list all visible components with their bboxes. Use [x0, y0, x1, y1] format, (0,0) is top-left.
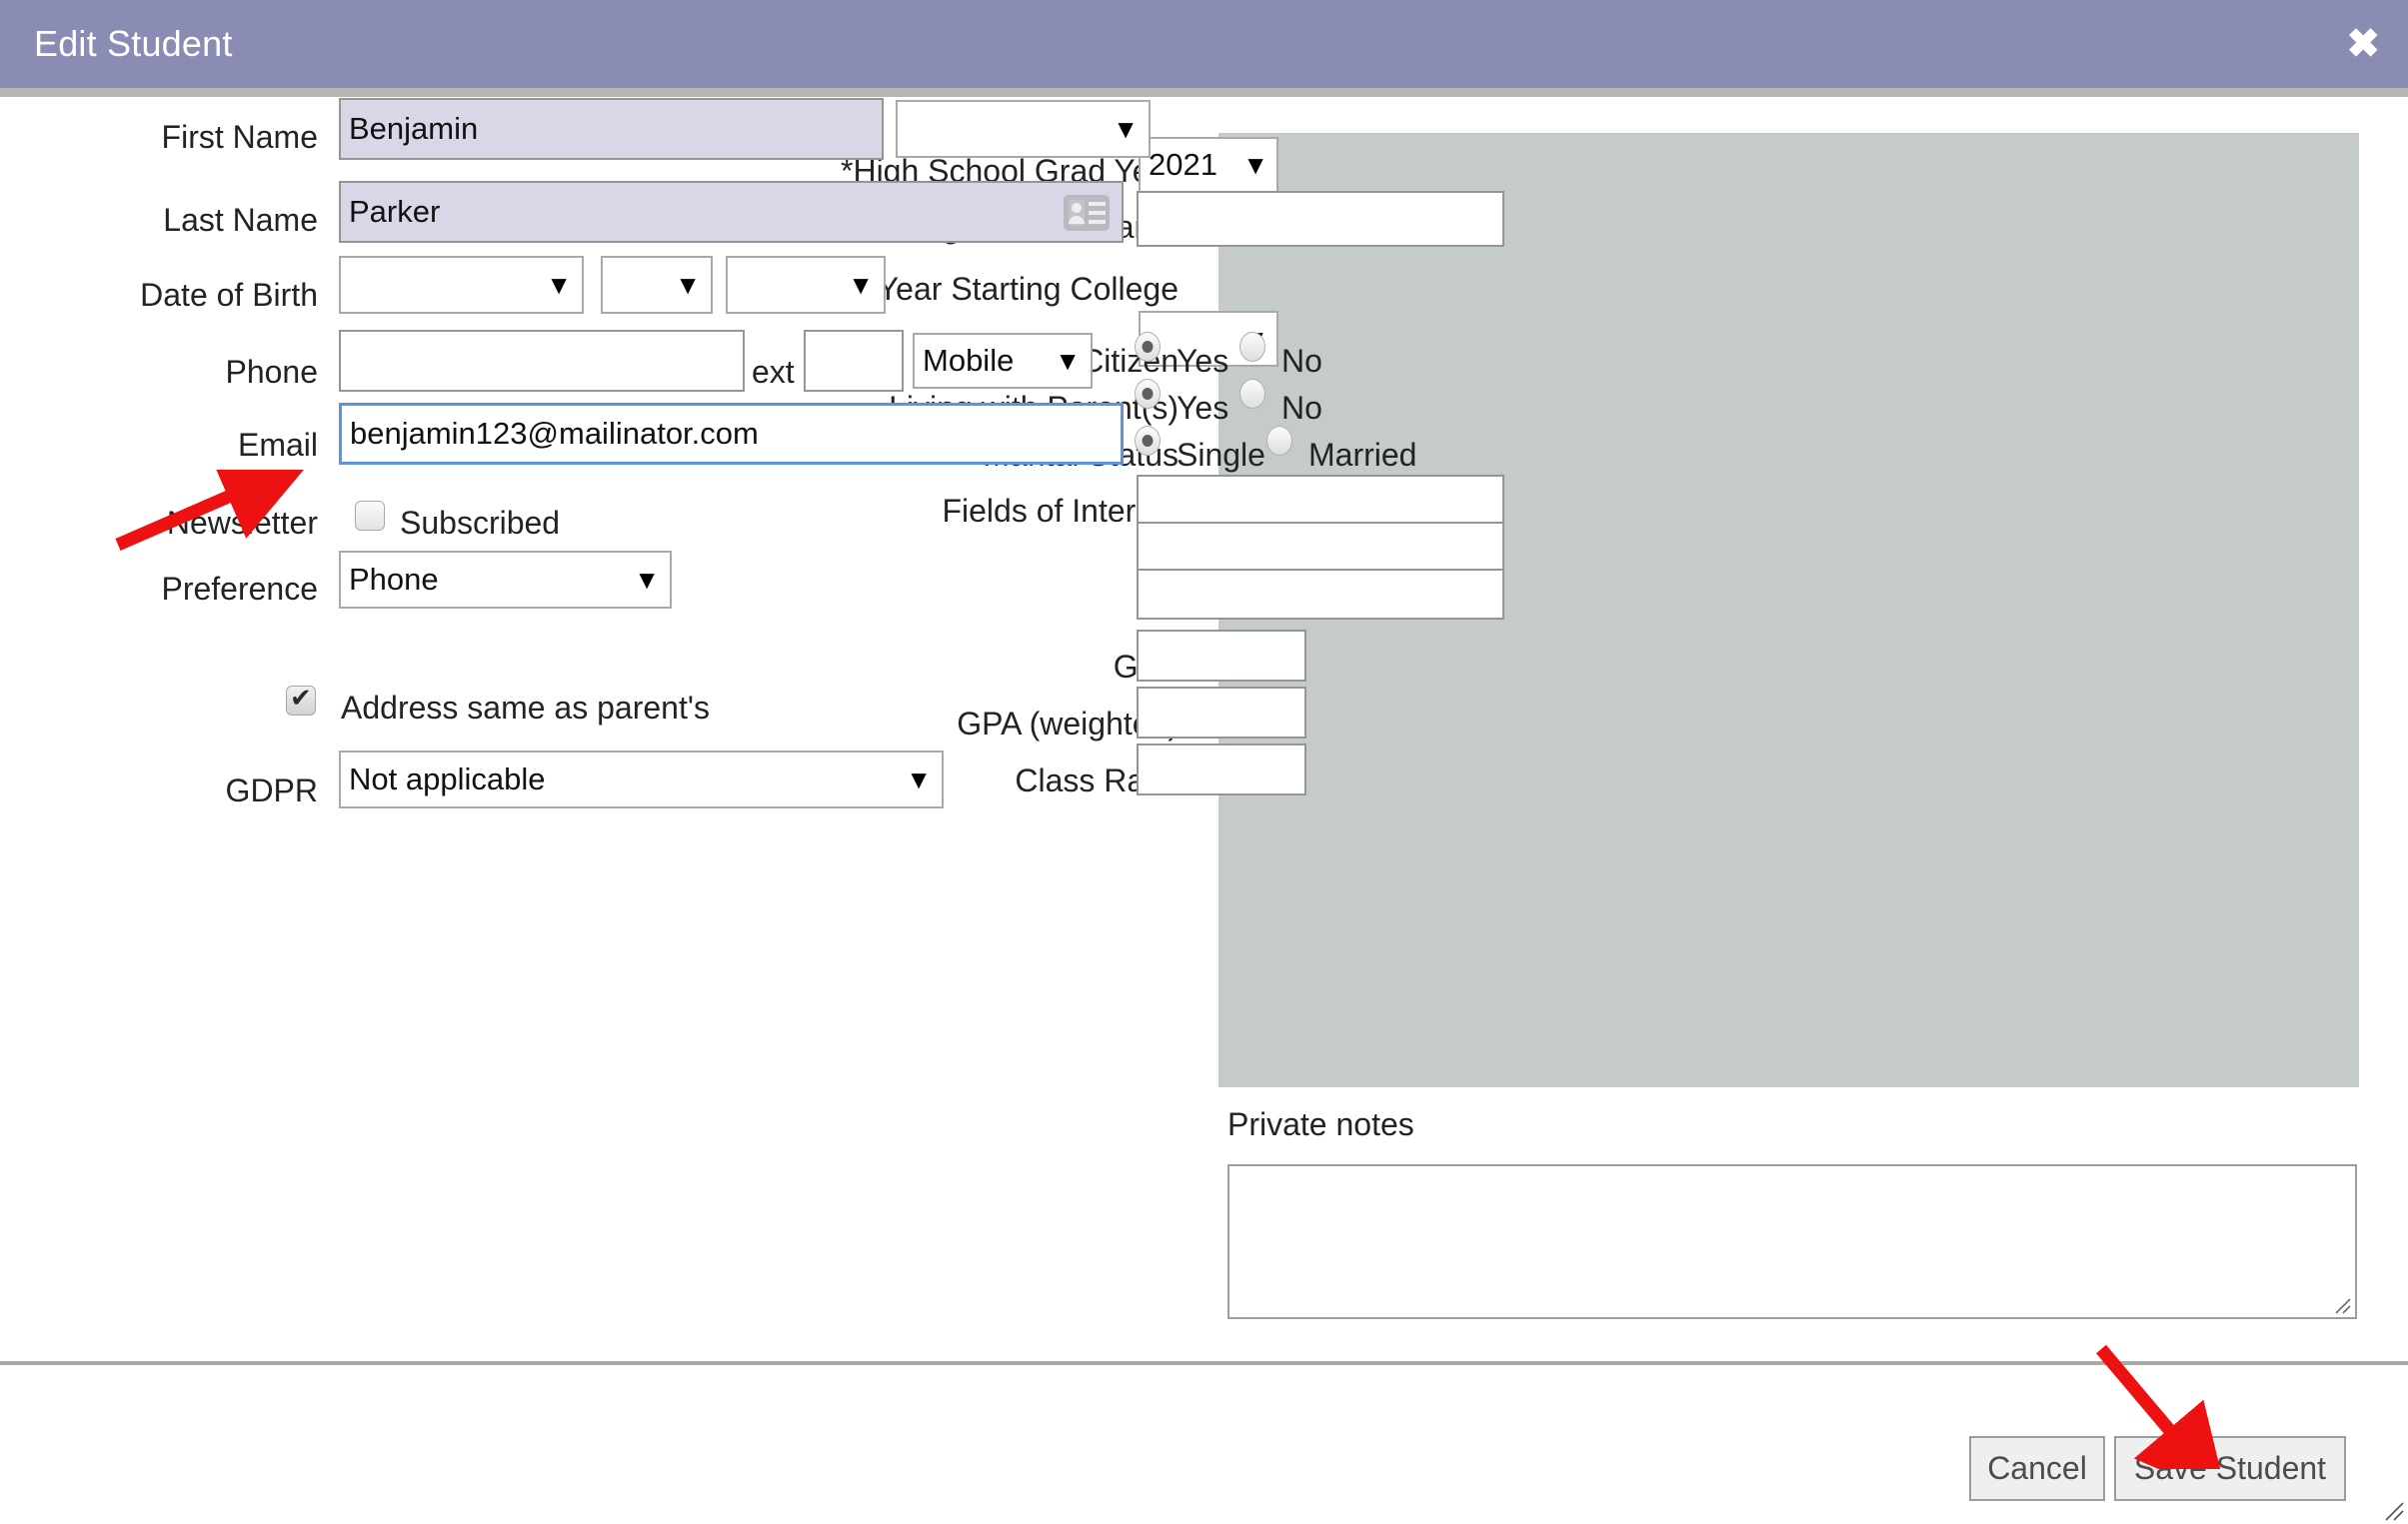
close-icon[interactable]: ✖ — [2346, 0, 2380, 88]
dob-month-select[interactable]: ▼ — [339, 256, 584, 314]
fields-of-interest-input-1[interactable] — [1137, 475, 1504, 526]
window-resize-grip-icon — [2385, 1502, 2404, 1521]
first-name-suffix-select[interactable]: ▼ — [896, 100, 1151, 158]
high-school-name-input[interactable] — [1137, 191, 1504, 247]
titlebar-bottom-strip — [0, 88, 2408, 97]
chevron-down-icon: ▼ — [546, 270, 572, 300]
living-with-parents-no-radio[interactable] — [1239, 379, 1265, 409]
class-rank-input[interactable] — [1137, 744, 1306, 795]
living-with-parents-yes-label: Yes — [1177, 390, 1229, 426]
save-student-button[interactable]: Save Student — [2114, 1436, 2346, 1501]
modal-title-bar: Edit Student ✖ — [0, 0, 2408, 88]
page-title: Edit Student — [34, 23, 233, 64]
marital-status-single-radio[interactable] — [1135, 426, 1161, 456]
gpa-weighted-input[interactable] — [1137, 687, 1306, 739]
phone-ext-input[interactable] — [804, 330, 904, 392]
gpa-input[interactable] — [1137, 630, 1306, 682]
dob-day-select[interactable]: ▼ — [601, 256, 713, 314]
cancel-button[interactable]: Cancel — [1969, 1436, 2105, 1501]
chevron-down-icon: ▼ — [1242, 150, 1268, 180]
newsletter-subscribed-checkbox[interactable] — [355, 501, 385, 531]
phone-ext-label: ext — [752, 354, 795, 390]
chevron-down-icon: ▼ — [848, 270, 874, 300]
chevron-down-icon: ▼ — [675, 270, 701, 300]
phone-label: Phone — [225, 354, 318, 390]
email-input[interactable] — [339, 403, 1124, 465]
living-with-parents-no-label: No — [1281, 390, 1322, 426]
us-citizen-yes-label: Yes — [1177, 343, 1229, 379]
fields-of-interest-input-2[interactable] — [1137, 522, 1504, 573]
chevron-down-icon: ▼ — [634, 565, 660, 595]
private-notes-textarea[interactable] — [1227, 1164, 2357, 1319]
preference-select[interactable]: Phone ▼ — [339, 551, 672, 609]
grad-year-select[interactable]: 2021 ▼ — [1139, 137, 1278, 193]
marital-status-single-label: Single — [1177, 437, 1265, 473]
grad-year-value: 2021 — [1149, 147, 1217, 182]
phone-input[interactable] — [339, 330, 745, 392]
last-name-label: Last Name — [163, 202, 318, 238]
gpa-weighted-label: GPA (weighted) — [957, 706, 1179, 742]
living-with-parents-yes-radio[interactable] — [1135, 379, 1161, 409]
chevron-down-icon: ▼ — [1055, 346, 1081, 376]
gdpr-label: GDPR — [225, 772, 318, 808]
last-name-input[interactable] — [339, 181, 1124, 243]
contact-card-icon[interactable] — [1063, 194, 1111, 232]
textarea-resize-grip-icon — [2335, 1298, 2351, 1314]
us-citizen-no-radio[interactable] — [1239, 332, 1265, 362]
newsletter-subscribed-label: Subscribed — [400, 505, 561, 541]
first-name-label: First Name — [161, 119, 318, 155]
gpa-label: GPA — [659, 651, 1179, 683]
preference-value: Phone — [349, 562, 439, 597]
address-same-as-parents-label: Address same as parent's — [341, 690, 710, 726]
academic-info-panel: *High School Grad Year 2021 ▼ High Schoo… — [841, 133, 2359, 1087]
preference-label: Preference — [161, 571, 318, 607]
phone-type-select[interactable]: Mobile ▼ — [913, 333, 1093, 389]
chevron-down-icon: ▼ — [1113, 114, 1139, 144]
phone-type-value: Mobile — [923, 343, 1015, 378]
newsletter-label: Newsletter — [166, 505, 318, 541]
us-citizen-no-label: No — [1281, 343, 1322, 379]
fields-of-interest-label: Fields of Interest — [942, 493, 1179, 529]
gdpr-select[interactable]: Not applicable ▼ — [339, 751, 944, 808]
chevron-down-icon: ▼ — [906, 764, 932, 794]
footer-divider — [0, 1361, 2408, 1365]
first-name-input[interactable] — [339, 98, 884, 160]
private-notes-label: Private notes — [1227, 1106, 1414, 1142]
modal-body: *High School Grad Year 2021 ▼ High Schoo… — [0, 97, 2408, 1388]
us-citizen-yes-radio[interactable] — [1135, 332, 1161, 362]
address-same-as-parents-checkbox[interactable] — [286, 683, 316, 716]
gdpr-value: Not applicable — [349, 762, 546, 796]
marital-status-married-radio[interactable] — [1266, 426, 1292, 456]
marital-status-married-label: Married — [1308, 437, 1417, 473]
dob-year-select[interactable]: ▼ — [726, 256, 886, 314]
date-of-birth-label: Date of Birth — [140, 277, 318, 313]
email-label: Email — [237, 427, 318, 463]
fields-of-interest-input-3[interactable] — [1137, 569, 1504, 620]
